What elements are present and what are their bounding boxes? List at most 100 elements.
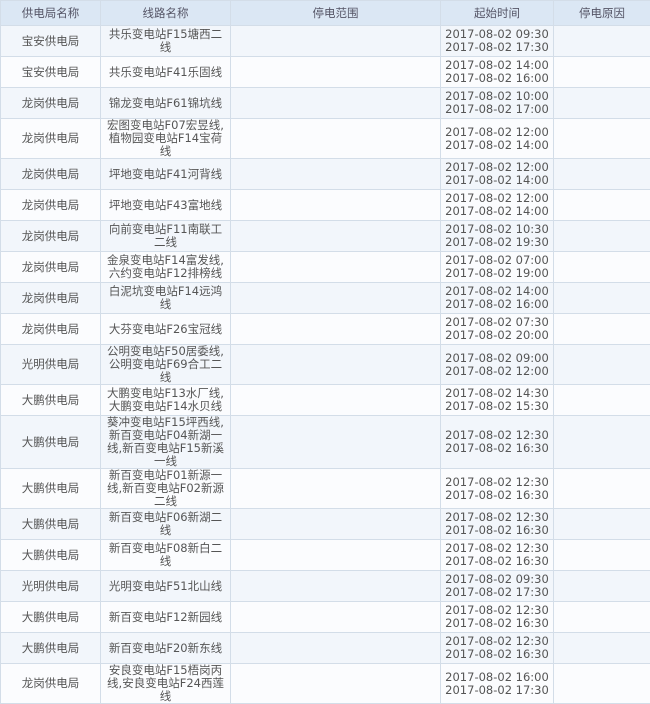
cell-reason [554,571,650,602]
cell-range [231,26,441,57]
cell-line: 公明变电站F50居委线,公明变电站F69合工二线 [101,345,231,385]
cell-bureau: 龙岗供电局 [1,314,101,345]
end-time: 2017-08-02 14:00 [443,139,551,152]
header-bureau: 供电局名称 [1,1,101,26]
table-row: 龙岗供电局坪地变电站F43富地线2017-08-02 12:002017-08-… [1,190,650,221]
cell-range [231,469,441,509]
cell-reason [554,88,650,119]
header-time: 起始时间 [441,1,554,26]
start-time: 2017-08-02 09:00 [443,352,551,365]
cell-reason [554,159,650,190]
cell-bureau: 大鹏供电局 [1,633,101,664]
cell-reason [554,540,650,571]
cell-range [231,416,441,469]
cell-reason [554,221,650,252]
table-body: 宝安供电局共乐变电站F15塘西二线2017-08-02 09:302017-08… [1,26,650,704]
cell-reason [554,252,650,283]
table-row: 龙岗供电局白泥坑变电站F14远鸿线2017-08-02 14:002017-08… [1,283,650,314]
table-row: 大鹏供电局新百变电站F20新东线2017-08-02 12:302017-08-… [1,633,650,664]
cell-bureau: 龙岗供电局 [1,252,101,283]
cell-line: 共乐变电站F41乐固线 [101,57,231,88]
end-time: 2017-08-02 16:30 [443,489,551,502]
cell-bureau: 大鹏供电局 [1,602,101,633]
cell-reason [554,385,650,416]
table-row: 光明供电局公明变电站F50居委线,公明变电站F69合工二线2017-08-02 … [1,345,650,385]
cell-range [231,345,441,385]
table-row: 大鹏供电局新百变电站F06新湖二线 2017-08-02 12:302017-08… [1,509,650,540]
table-row: 光明供电局光明变电站F51北山线 2017-08-02 09:302017-08-… [1,571,650,602]
header-range: 停电范围 [231,1,441,26]
end-time: 2017-08-02 16:30 [443,524,551,537]
cell-reason [554,57,650,88]
cell-reason [554,633,650,664]
end-time: 2017-08-02 17:30 [443,41,551,54]
end-time: 2017-08-02 14:00 [443,205,551,218]
cell-time: 2017-08-02 09:002017-08-02 12:00 [441,345,554,385]
cell-time: 2017-08-02 10:002017-08-02 17:00 [441,88,554,119]
cell-line: 大鹏变电站F13水厂线,大鹏变电站F14水贝线 [101,385,231,416]
cell-range [231,159,441,190]
cell-bureau: 大鹏供电局 [1,540,101,571]
end-time: 2017-08-02 12:00 [443,365,551,378]
cell-reason [554,509,650,540]
table-row: 大鹏供电局新百变电站F01新源一线,新百变电站F02新源二线2017-08-02… [1,469,650,509]
start-time: 2017-08-02 16:00 [443,671,551,684]
cell-bureau: 大鹏供电局 [1,469,101,509]
end-time: 2017-08-02 17:00 [443,103,551,116]
table-header-row: 供电局名称 线路名称 停电范围 起始时间 停电原因 [1,1,650,26]
cell-time: 2017-08-02 16:002017-08-02 17:30 [441,664,554,704]
start-time: 2017-08-02 12:30 [443,476,551,489]
cell-time: 2017-08-02 12:302017-08-02 16:30 [441,509,554,540]
table-row: 龙岗供电局坪地变电站F41河背线2017-08-02 12:002017-08-… [1,159,650,190]
cell-bureau: 大鹏供电局 [1,416,101,469]
end-time: 2017-08-02 16:00 [443,298,551,311]
cell-range [231,314,441,345]
cell-bureau: 龙岗供电局 [1,159,101,190]
table-row: 龙岗供电局宏图变电站F07宏昱线,植物园变电站F14宝荷线2017-08-02 … [1,119,650,159]
cell-bureau: 龙岗供电局 [1,88,101,119]
cell-line: 宏图变电站F07宏昱线,植物园变电站F14宝荷线 [101,119,231,159]
cell-time: 2017-08-02 09:302017-08-02 17:30 [441,571,554,602]
cell-bureau: 宝安供电局 [1,57,101,88]
cell-range [231,190,441,221]
end-time: 2017-08-02 16:30 [443,648,551,661]
cell-time: 2017-08-02 12:002017-08-02 14:00 [441,159,554,190]
end-time: 2017-08-02 16:00 [443,72,551,85]
cell-reason [554,283,650,314]
cell-reason [554,190,650,221]
cell-time: 2017-08-02 09:302017-08-02 17:30 [441,26,554,57]
cell-range [231,57,441,88]
cell-line: 锦龙变电站F61锦坑线 [101,88,231,119]
outage-table: 供电局名称 线路名称 停电范围 起始时间 停电原因 宝安供电局共乐变电站F15塘… [0,0,650,704]
cell-range [231,509,441,540]
cell-line: 光明变电站F51北山线 [101,571,231,602]
cell-bureau: 光明供电局 [1,571,101,602]
cell-bureau: 龙岗供电局 [1,283,101,314]
end-time: 2017-08-02 14:00 [443,174,551,187]
cell-bureau: 大鹏供电局 [1,509,101,540]
cell-line: 新百变电站F20新东线 [101,633,231,664]
cell-line: 向前变电站F11南联工二线 [101,221,231,252]
cell-time: 2017-08-02 14:002017-08-02 16:00 [441,57,554,88]
end-time: 2017-08-02 17:30 [443,684,551,697]
cell-reason [554,416,650,469]
cell-line: 葵冲变电站F15坪西线,新百变电站F04新湖一线,新百变电站F15新溪一线 [101,416,231,469]
cell-range [231,88,441,119]
cell-line: 安良变电站F15梧岗丙线,安良变电站F24西莲线 [101,664,231,704]
cell-reason [554,602,650,633]
table-row: 大鹏供电局新百变电站F08新白二线2017-08-02 12:302017-08… [1,540,650,571]
cell-range [231,119,441,159]
cell-range [231,602,441,633]
cell-time: 2017-08-02 12:302017-08-02 16:30 [441,469,554,509]
cell-line: 新百变电站F06新湖二线 [101,509,231,540]
cell-reason [554,26,650,57]
table-row: 龙岗供电局金泉变电站F14富发线,六约变电站F12排榜线2017-08-02 0… [1,252,650,283]
cell-line: 金泉变电站F14富发线,六约变电站F12排榜线 [101,252,231,283]
table-row: 宝安供电局共乐变电站F41乐固线 2017-08-02 14:002017-08-… [1,57,650,88]
cell-time: 2017-08-02 10:302017-08-02 19:30 [441,221,554,252]
cell-time: 2017-08-02 12:002017-08-02 14:00 [441,190,554,221]
cell-bureau: 龙岗供电局 [1,221,101,252]
cell-reason [554,469,650,509]
cell-line: 新百变电站F12新园线 [101,602,231,633]
cell-time: 2017-08-02 12:302017-08-02 16:30 [441,602,554,633]
